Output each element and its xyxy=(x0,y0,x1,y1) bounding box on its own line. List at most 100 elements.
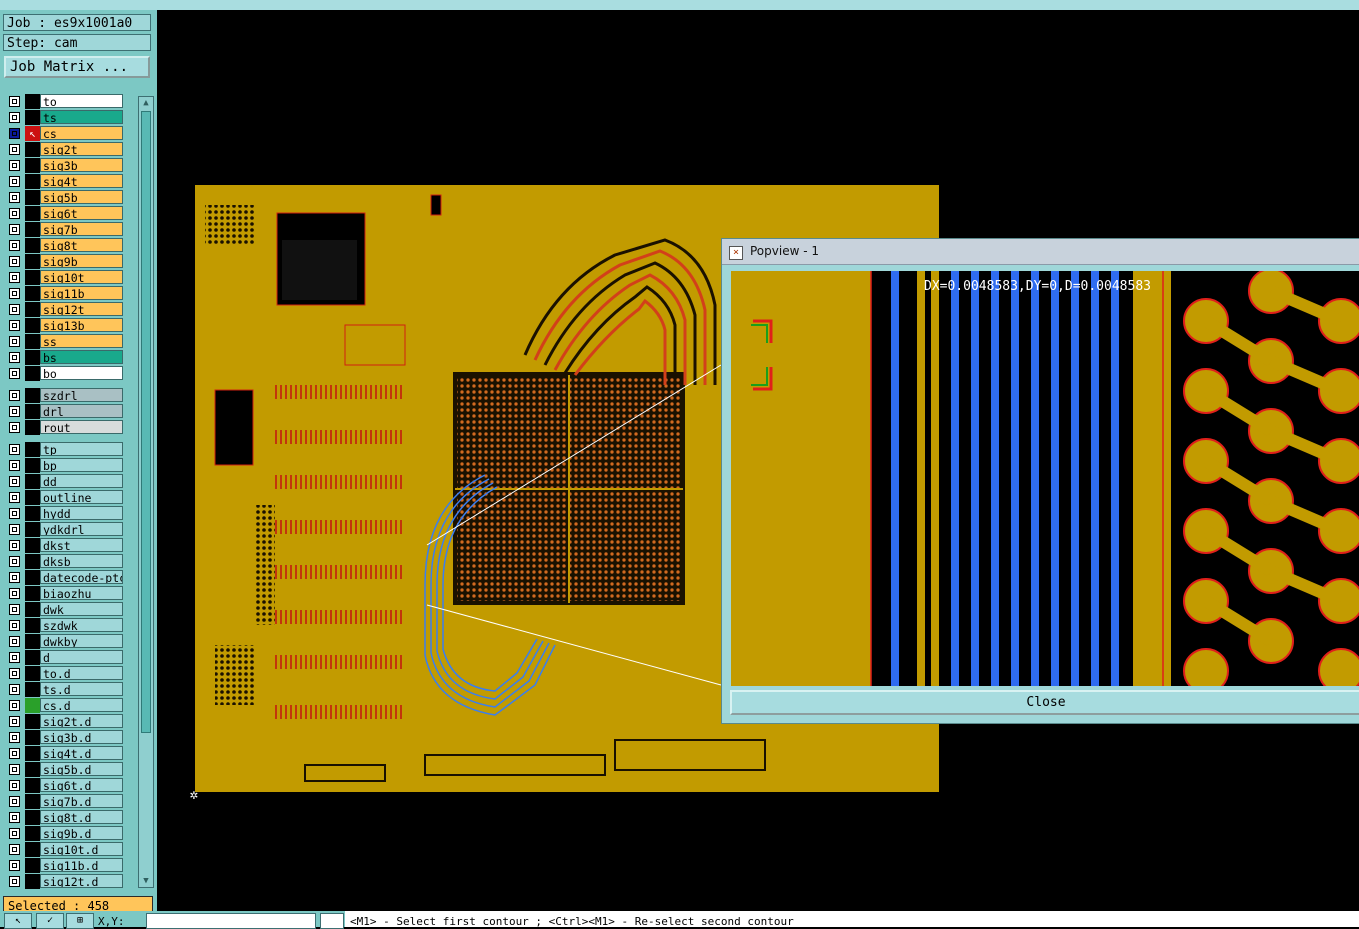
layer-affected-slot[interactable] xyxy=(25,318,40,333)
layer-affected-slot[interactable] xyxy=(25,666,40,681)
layer-affected-slot[interactable] xyxy=(25,826,40,841)
layer-affected-slot[interactable] xyxy=(25,142,40,157)
layer-affected-slot[interactable] xyxy=(25,778,40,793)
layer-affected-slot[interactable] xyxy=(25,842,40,857)
layer-checkbox[interactable] xyxy=(9,572,20,583)
layer-name[interactable]: szdwk xyxy=(40,618,123,632)
popview-titlebar[interactable]: × Popview - 1 xyxy=(722,239,1359,265)
layer-checkbox[interactable] xyxy=(9,144,20,155)
layer-row[interactable]: dwk xyxy=(5,602,126,617)
layer-checkbox[interactable] xyxy=(9,160,20,171)
layer-name[interactable]: sig8t.d xyxy=(40,810,123,824)
layer-row[interactable]: sig5b xyxy=(5,190,126,205)
layer-checkbox[interactable] xyxy=(9,716,20,727)
layer-affected-slot[interactable] xyxy=(25,810,40,825)
layer-affected-slot[interactable] xyxy=(25,522,40,537)
layer-row[interactable]: bo xyxy=(5,366,126,381)
layer-affected-slot[interactable] xyxy=(25,94,40,109)
layer-row[interactable]: sig9b.d xyxy=(5,826,126,841)
layer-checkbox[interactable] xyxy=(9,96,20,107)
layer-row[interactable]: tp xyxy=(5,442,126,457)
layer-row[interactable]: dwkby xyxy=(5,634,126,649)
layer-affected-slot[interactable] xyxy=(25,586,40,601)
layer-checkbox[interactable] xyxy=(9,668,20,679)
layer-affected-slot[interactable] xyxy=(25,366,40,381)
layer-affected-slot[interactable] xyxy=(25,286,40,301)
layer-affected-slot[interactable] xyxy=(25,174,40,189)
layer-row[interactable]: sig7b xyxy=(5,222,126,237)
layer-affected-slot[interactable] xyxy=(25,158,40,173)
layer-checkbox[interactable] xyxy=(9,684,20,695)
layer-name[interactable]: dksb xyxy=(40,554,123,568)
layer-checkbox[interactable] xyxy=(9,492,20,503)
layer-checkbox[interactable] xyxy=(9,192,20,203)
layer-checkbox[interactable] xyxy=(9,748,20,759)
layer-name[interactable]: sig6t xyxy=(40,206,123,220)
layer-affected-slot[interactable] xyxy=(25,730,40,745)
layer-affected-slot[interactable] xyxy=(25,682,40,697)
layer-checkbox[interactable] xyxy=(9,288,20,299)
layer-affected-slot[interactable] xyxy=(25,350,40,365)
layer-row[interactable]: sig5b.d xyxy=(5,762,126,777)
layer-name[interactable]: to.d xyxy=(40,666,123,680)
layer-affected-slot[interactable] xyxy=(25,404,40,419)
layer-checkbox[interactable] xyxy=(9,860,20,871)
layer-affected-slot[interactable] xyxy=(25,270,40,285)
layer-row[interactable]: sig10t.d xyxy=(5,842,126,857)
layer-checkbox[interactable] xyxy=(9,272,20,283)
layer-name[interactable]: bo xyxy=(40,366,123,380)
layer-row[interactable]: sig12t.d xyxy=(5,874,126,889)
layer-checkbox[interactable] xyxy=(9,256,20,267)
layer-checkbox[interactable] xyxy=(9,588,20,599)
layer-row[interactable]: ↖ cs xyxy=(5,126,126,141)
layer-row[interactable]: ts.d xyxy=(5,682,126,697)
job-matrix-button[interactable]: Job Matrix ... xyxy=(4,56,150,78)
layer-affected-slot[interactable] xyxy=(25,762,40,777)
layer-affected-slot[interactable] xyxy=(25,794,40,809)
layer-row[interactable]: sig6t xyxy=(5,206,126,221)
layer-name[interactable]: sig4t.d xyxy=(40,746,123,760)
layer-affected-slot[interactable] xyxy=(25,302,40,317)
layer-row[interactable]: bp xyxy=(5,458,126,473)
layer-checkbox[interactable] xyxy=(9,812,20,823)
layer-row[interactable]: sig2t.d xyxy=(5,714,126,729)
layer-checkbox[interactable] xyxy=(9,240,20,251)
layer-row[interactable]: hydd xyxy=(5,506,126,521)
layer-checkbox[interactable] xyxy=(9,112,20,123)
layer-row[interactable]: outline xyxy=(5,490,126,505)
layer-name[interactable]: datecode-ptc xyxy=(40,570,123,584)
layer-checkbox[interactable] xyxy=(9,422,20,433)
layer-affected-slot[interactable] xyxy=(25,474,40,489)
layer-name[interactable]: sig8t xyxy=(40,238,123,252)
layer-checkbox[interactable] xyxy=(9,176,20,187)
layer-row[interactable]: to.d xyxy=(5,666,126,681)
layer-affected-slot[interactable] xyxy=(25,698,40,713)
layer-checkbox[interactable] xyxy=(9,796,20,807)
layer-name[interactable]: sig10t.d xyxy=(40,842,123,856)
layer-affected-slot[interactable] xyxy=(25,554,40,569)
layer-checkbox[interactable] xyxy=(9,780,20,791)
layer-row[interactable]: cs.d xyxy=(5,698,126,713)
scroll-down-icon[interactable]: ▼ xyxy=(139,875,153,887)
layer-name[interactable]: sig5b.d xyxy=(40,762,123,776)
layer-name[interactable]: to xyxy=(40,94,123,108)
layer-row[interactable]: sig4t.d xyxy=(5,746,126,761)
layer-row[interactable]: sig7b.d xyxy=(5,794,126,809)
layer-name[interactable]: sig6t.d xyxy=(40,778,123,792)
layer-name[interactable]: sig13b xyxy=(40,318,123,332)
layer-affected-slot[interactable] xyxy=(25,254,40,269)
layer-row[interactable]: rout xyxy=(5,420,126,435)
popview-canvas[interactable]: DX=0.0048583,DY=0,D=0.0048583 xyxy=(731,268,1359,694)
layer-checkbox[interactable] xyxy=(9,336,20,347)
layer-row[interactable]: szdrl xyxy=(5,388,126,403)
layer-name[interactable]: sig4t xyxy=(40,174,123,188)
layer-checkbox[interactable] xyxy=(9,390,20,401)
layer-name[interactable]: dwk xyxy=(40,602,123,616)
layer-name[interactable]: hydd xyxy=(40,506,123,520)
layer-affected-slot[interactable] xyxy=(25,420,40,435)
layer-affected-slot[interactable] xyxy=(25,388,40,403)
layer-row[interactable]: sig11b.d xyxy=(5,858,126,873)
layer-name[interactable]: sig12t.d xyxy=(40,874,123,888)
layer-checkbox[interactable] xyxy=(9,128,20,139)
layer-checkbox[interactable] xyxy=(9,700,20,711)
